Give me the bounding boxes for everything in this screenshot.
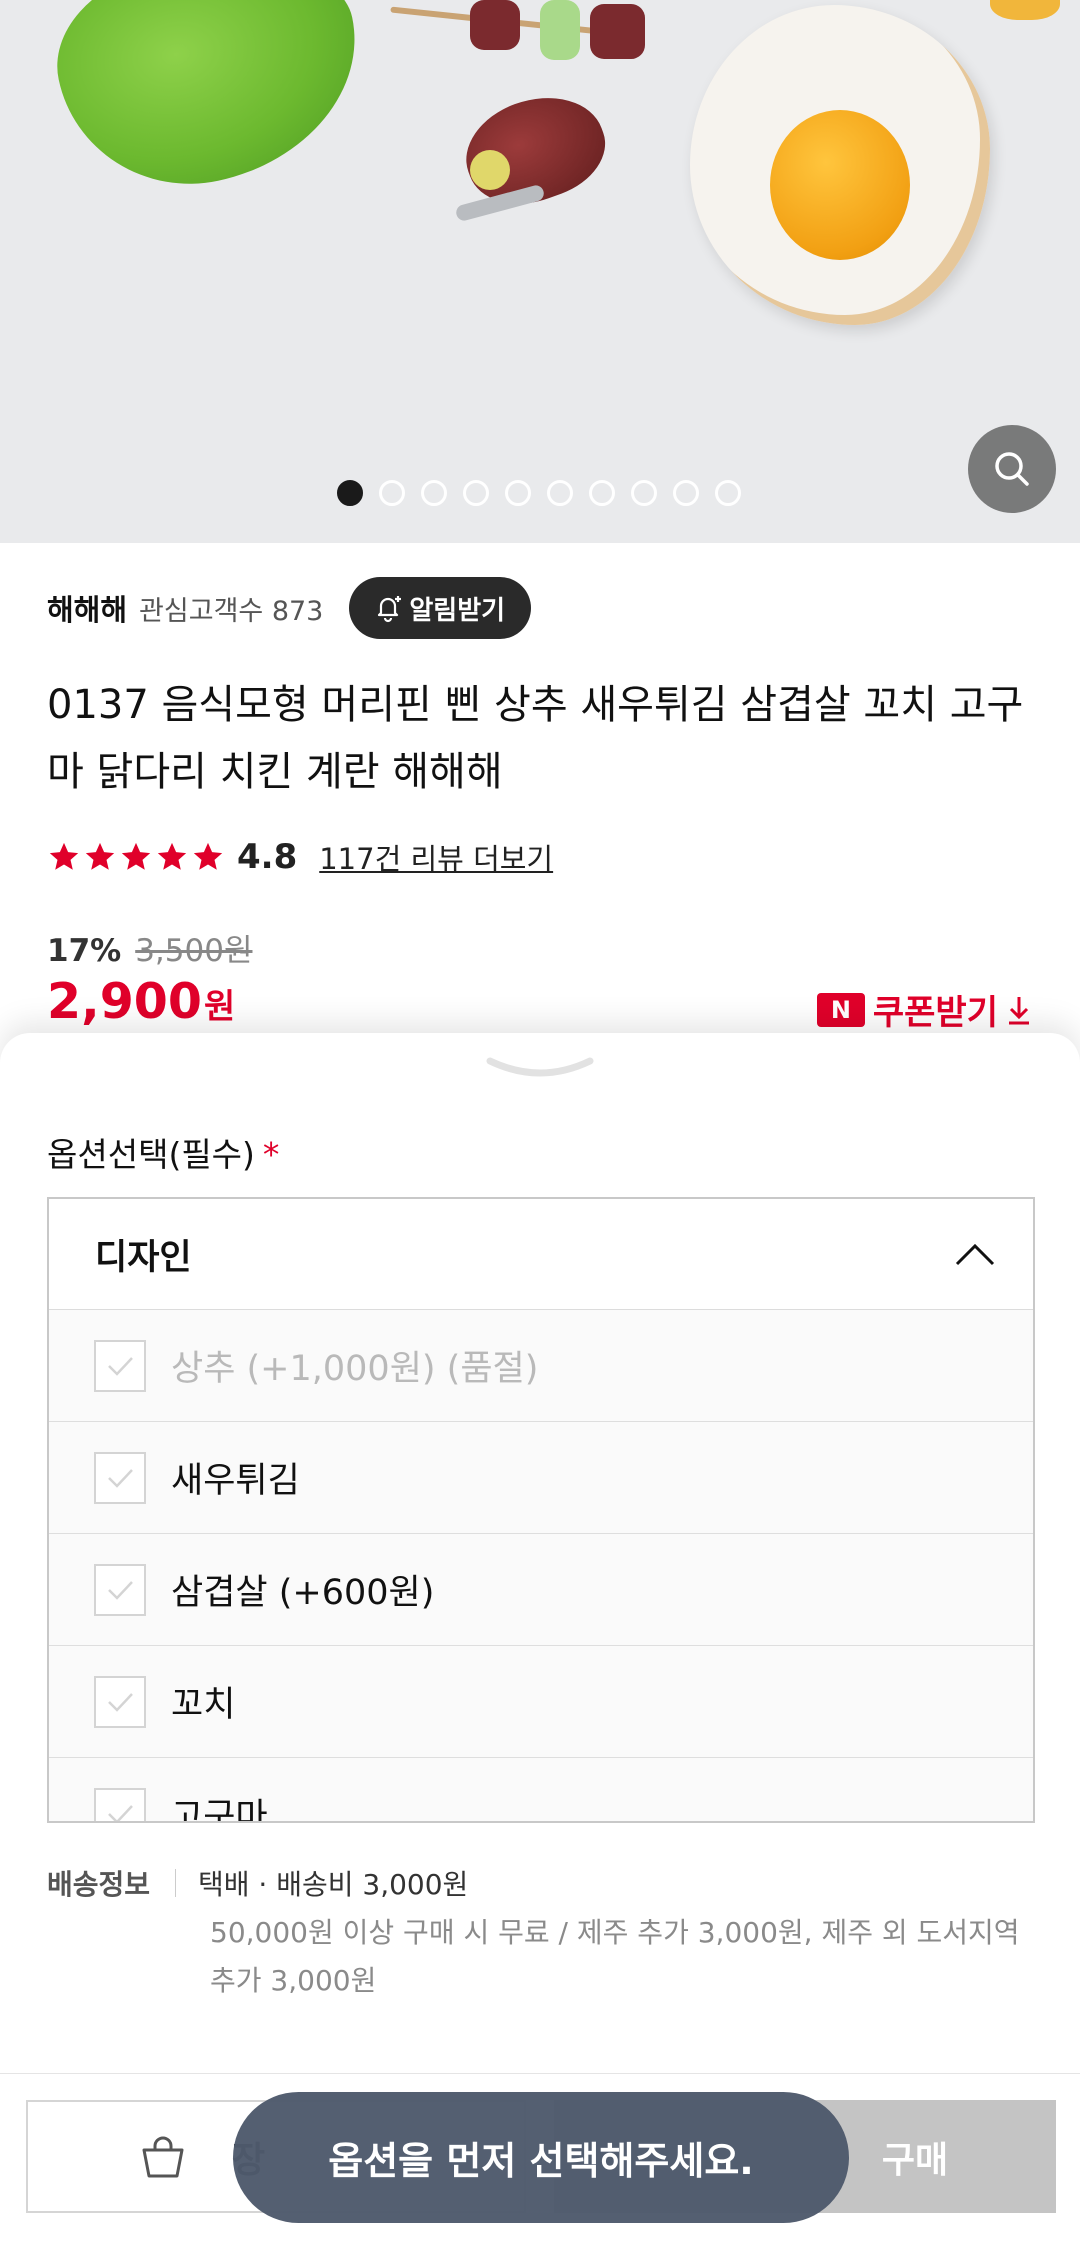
rating-row: 4.8 117건 리뷰 더보기 [47,835,553,879]
product-title: 0137 음식모형 머리핀 삔 상추 새우튀김 삼겹살 꼬치 고구마 닭다리 치… [47,682,1024,795]
option-bottom-sheet: 옵션선택(필수) * 디자인 상추 (+1,000원) (품절) 새우튀김삼겹살 (… [0,1033,1080,2241]
shipping-info: 배송정보 택배 · 배송비 3,000원 [47,1863,468,1903]
fried-item-partial [990,0,1060,20]
bell-plus-icon [378,596,402,623]
gallery-dot[interactable] [379,480,405,506]
check-icon [108,1580,133,1600]
lettuce-hairpin-image [40,0,380,209]
rating-value: 4.8 [237,837,298,877]
price-unit: 원 [204,987,236,1027]
shipping-detail: 50,000원 이상 구매 시 무료 / 제주 추가 3,000원, 제주 외 … [210,1916,1020,1997]
option-label: 상추 (+1,000원) (품절) [171,1349,539,1389]
option-label: 꼬치 [171,1685,236,1725]
star-icon [121,842,151,870]
option-list: 상추 (+1,000원) (품절) 새우튀김삼겹살 (+600원) 꼬치고구마 [49,1310,1033,1823]
shipping-separator [175,1869,176,1897]
chevron-up-icon [955,1243,995,1266]
discount-rate: 17% [47,933,122,969]
store-name[interactable]: 해해해 [47,587,127,629]
shipping-fee: 택배 · 배송비 3,000원 [198,1868,469,1901]
star-icon [85,842,115,870]
zoom-button[interactable] [968,425,1056,513]
check-icon [108,1804,133,1821]
gallery-dot[interactable] [547,480,573,506]
gallery-dot[interactable] [631,480,657,506]
toast-message: 옵션을 먼저 선택해주세요. [233,2092,849,2223]
coupon-button[interactable]: N 쿠폰받기 [816,985,1034,1034]
option-dropdown: 디자인 상추 (+1,000원) (품절) 새우튀김삼겹살 (+600원) 꼬치고구… [47,1197,1035,1823]
store-row: 해해해 관심고객수 873 알림받기 [47,577,532,639]
shopping-bag-icon [142,2136,184,2178]
notify-button[interactable]: 알림받기 [349,577,532,639]
gallery-dot[interactable] [505,480,531,506]
skewer-onion [540,0,580,60]
check-icon [108,1468,133,1488]
gallery-dot[interactable] [337,480,363,506]
sweet-potato-inside [470,150,510,190]
skewer-meat [470,0,520,50]
option-checkbox[interactable] [94,1675,146,1728]
product-image-gallery[interactable] [0,0,1080,543]
option-item[interactable]: 삼겹살 (+600원) [49,1534,1033,1646]
original-price: 3,500원 [135,933,253,969]
gallery-dot[interactable] [463,480,489,506]
price-row: 2,900 원 [47,973,235,1030]
option-checkbox[interactable] [94,1563,146,1616]
option-checkbox[interactable] [94,1787,146,1821]
search-icon [995,452,1029,486]
buy-now-label: 구매 [881,2139,949,2181]
sale-price: 2,900 [47,973,202,1030]
option-label: 삼겹살 (+600원) [171,1573,435,1613]
rating-stars [47,840,225,874]
shipping-label: 배송정보 [47,1868,151,1901]
option-section-title: 옵션선택(필수) [47,1135,255,1174]
naver-n-icon: N [816,992,865,1027]
egg-yolk [770,110,910,260]
option-checkbox [94,1339,146,1392]
toast-text: 옵션을 먼저 선택해주세요. [328,2139,754,2183]
check-icon [108,1356,133,1376]
review-more-link[interactable]: 117건 리뷰 더보기 [319,836,553,878]
check-icon [108,1692,133,1712]
gallery-pagination [337,480,741,506]
sheet-collapse-handle[interactable] [485,1055,595,1085]
gallery-dot[interactable] [715,480,741,506]
option-label: 새우튀김 [171,1461,300,1501]
option-label: 고구마 [171,1797,268,1823]
option-dropdown-label: 디자인 [95,1237,192,1278]
option-item[interactable]: 꼬치 [49,1646,1033,1758]
option-item[interactable]: 새우튀김 [49,1422,1033,1534]
star-icon [157,842,187,870]
gallery-dot[interactable] [673,480,699,506]
option-section-label: 옵션선택(필수) * [47,1128,279,1176]
notify-button-label: 알림받기 [409,595,506,626]
option-item: 상추 (+1,000원) (품절) [49,1310,1033,1422]
star-icon [193,842,223,870]
coupon-label: 쿠폰받기 [872,993,998,1033]
required-mark: * [262,1135,280,1174]
divider [0,2073,1080,2074]
follower-count: 관심고객수 873 [139,595,324,627]
star-icon [49,842,79,870]
option-item[interactable]: 고구마 [49,1758,1033,1823]
gallery-dot[interactable] [421,480,447,506]
discount-row: 17% 3,500원 [47,925,252,970]
download-icon [1009,996,1029,1024]
option-checkbox[interactable] [94,1451,146,1504]
option-dropdown-header[interactable]: 디자인 [49,1199,1033,1310]
skewer-meat [590,4,645,59]
gallery-dot[interactable] [589,480,615,506]
